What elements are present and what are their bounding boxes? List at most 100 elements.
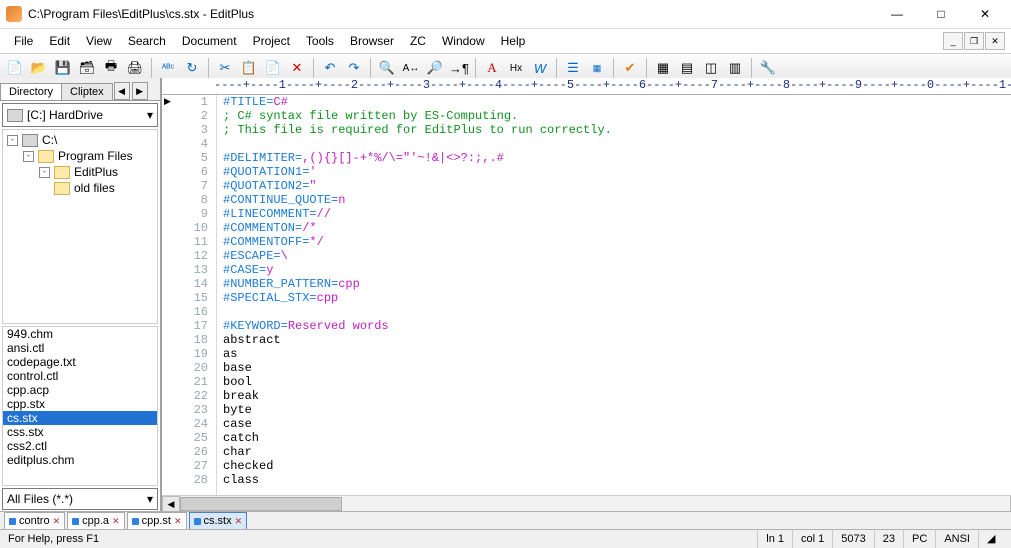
scroll-track[interactable]	[180, 497, 1010, 511]
tool3-icon[interactable]: ◫	[700, 57, 722, 79]
indent-icon[interactable]: ☰	[562, 57, 584, 79]
replace-icon[interactable]: A↔	[400, 57, 422, 79]
code-line[interactable]: #CONTINUE_QUOTE=n	[223, 193, 612, 207]
file-list-item[interactable]: cpp.stx	[3, 397, 157, 411]
code-text[interactable]: #TITLE=C#; C# syntax file written by ES-…	[217, 95, 612, 495]
tab-close-icon[interactable]: ✕	[112, 516, 120, 527]
code-line[interactable]: #QUOTATION2="	[223, 179, 612, 193]
sidebar-tab-prev[interactable]: ◀	[114, 82, 130, 100]
tree-item[interactable]: -old files	[3, 180, 157, 196]
find-icon[interactable]: 🔍	[376, 57, 398, 79]
mdi-restore-button[interactable]: ❐	[964, 32, 984, 50]
wrap-icon[interactable]: W	[529, 57, 551, 79]
resize-grip[interactable]: ◢	[979, 530, 1011, 548]
tool2-icon[interactable]: ▤	[676, 57, 698, 79]
tree-item[interactable]: -C:\	[3, 132, 157, 148]
file-list-item[interactable]: ansi.ctl	[3, 341, 157, 355]
open-file-icon[interactable]: 📂	[28, 57, 50, 79]
code-line[interactable]: abstract	[223, 333, 612, 347]
code-line[interactable]: char	[223, 445, 612, 459]
sidebar-tab-cliptext[interactable]: Cliptex	[61, 83, 113, 100]
tab-close-icon[interactable]: ✕	[53, 516, 61, 527]
browser-tool-icon[interactable]: 🔧	[757, 57, 779, 79]
code-line[interactable]: ; This file is required for EditPlus to …	[223, 123, 612, 137]
redo-icon[interactable]: ↷	[343, 57, 365, 79]
code-line[interactable]: #TITLE=C#	[223, 95, 612, 109]
document-tab[interactable]: cpp.a✕	[67, 512, 124, 530]
print-icon[interactable]: 🖶	[100, 57, 122, 79]
font-icon[interactable]: A	[481, 57, 503, 79]
tool1-icon[interactable]: ▦	[652, 57, 674, 79]
collapse-icon[interactable]: -	[39, 167, 50, 178]
code-line[interactable]: #COMMENTON=/*	[223, 221, 612, 235]
undo-icon[interactable]: ↶	[319, 57, 341, 79]
mdi-close-button[interactable]: ✕	[985, 32, 1005, 50]
save-icon[interactable]: 💾	[52, 57, 74, 79]
code-line[interactable]: checked	[223, 459, 612, 473]
menu-edit[interactable]: Edit	[41, 33, 78, 49]
scroll-left-button[interactable]: ◀	[162, 496, 180, 512]
code-line[interactable]: base	[223, 361, 612, 375]
file-list-item[interactable]: cs.stx	[3, 411, 157, 425]
mdi-minimize-button[interactable]: _	[943, 32, 963, 50]
code-line[interactable]: ; C# syntax file written by ES-Computing…	[223, 109, 612, 123]
code-line[interactable]: #KEYWORD=Reserved words	[223, 319, 612, 333]
find-in-files-icon[interactable]: 🔎	[424, 57, 446, 79]
file-list-item[interactable]: control.ctl	[3, 369, 157, 383]
tab-close-icon[interactable]: ✕	[174, 516, 182, 527]
save-all-icon[interactable]: 🗃	[76, 57, 98, 79]
menu-search[interactable]: Search	[120, 33, 174, 49]
goto-icon[interactable]: →¶	[448, 57, 470, 79]
code-line[interactable]: #SPECIAL_STX=cpp	[223, 291, 612, 305]
sidebar-tab-next[interactable]: ▶	[132, 82, 148, 100]
code-line[interactable]: byte	[223, 403, 612, 417]
menu-project[interactable]: Project	[245, 33, 298, 49]
document-tab[interactable]: cpp.st✕	[127, 512, 187, 530]
hex-icon[interactable]: Hx	[505, 57, 527, 79]
file-list-item[interactable]: codepage.txt	[3, 355, 157, 369]
spellcheck-icon[interactable]: ᴬᴮᶜ	[157, 57, 179, 79]
code-line[interactable]: case	[223, 417, 612, 431]
drive-selector[interactable]: [C:] HardDrive ▾	[2, 103, 158, 127]
code-line[interactable]: #DELIMITER=,(){}[]-+*%/\="'~!&|<>?:;,.#	[223, 151, 612, 165]
menu-document[interactable]: Document	[174, 33, 245, 49]
check-icon[interactable]: ✔	[619, 57, 641, 79]
file-list-item[interactable]: cpp.acp	[3, 383, 157, 397]
code-line[interactable]: #CASE=y	[223, 263, 612, 277]
tab-close-icon[interactable]: ✕	[235, 516, 243, 527]
minimize-button[interactable]: —	[875, 0, 919, 28]
code-line[interactable]: #LINECOMMENT=//	[223, 207, 612, 221]
sidebar-tab-directory[interactable]: Directory	[0, 83, 62, 100]
delete-icon[interactable]: ✕	[286, 57, 308, 79]
file-list-item[interactable]: css2.ctl	[3, 439, 157, 453]
maximize-button[interactable]: □	[919, 0, 963, 28]
menu-tools[interactable]: Tools	[298, 33, 342, 49]
code-line[interactable]: #COMMENTOFF=*/	[223, 235, 612, 249]
copy-icon[interactable]: 📋	[238, 57, 260, 79]
code-line[interactable]: #NUMBER_PATTERN=cpp	[223, 277, 612, 291]
document-tab[interactable]: cs.stx✕	[189, 512, 248, 530]
code-line[interactable]: class	[223, 473, 612, 487]
code-line[interactable]: as	[223, 347, 612, 361]
code-line[interactable]: break	[223, 389, 612, 403]
menu-zc[interactable]: ZC	[402, 33, 434, 49]
scroll-thumb[interactable]	[180, 497, 342, 511]
collapse-icon[interactable]: -	[23, 151, 34, 162]
menu-window[interactable]: Window	[434, 33, 493, 49]
tree-item[interactable]: -Program Files	[3, 148, 157, 164]
cut-icon[interactable]: ✂	[214, 57, 236, 79]
menu-view[interactable]: View	[78, 33, 120, 49]
menu-file[interactable]: File	[6, 33, 41, 49]
column-icon[interactable]: ▦	[586, 57, 608, 79]
paste-icon[interactable]: 📄	[262, 57, 284, 79]
tree-item[interactable]: -EditPlus	[3, 164, 157, 180]
code-line[interactable]: #QUOTATION1='	[223, 165, 612, 179]
new-file-icon[interactable]: 📄	[4, 57, 26, 79]
file-list-item[interactable]: editplus.chm	[3, 453, 157, 467]
document-tab[interactable]: contro✕	[4, 512, 65, 530]
file-filter[interactable]: All Files (*.*) ▾	[2, 488, 158, 510]
code-area[interactable]: 1234567891011121314151617181920212223242…	[162, 95, 1011, 495]
collapse-icon[interactable]: -	[7, 135, 18, 146]
code-line[interactable]	[223, 305, 612, 319]
close-button[interactable]: ✕	[963, 0, 1007, 28]
